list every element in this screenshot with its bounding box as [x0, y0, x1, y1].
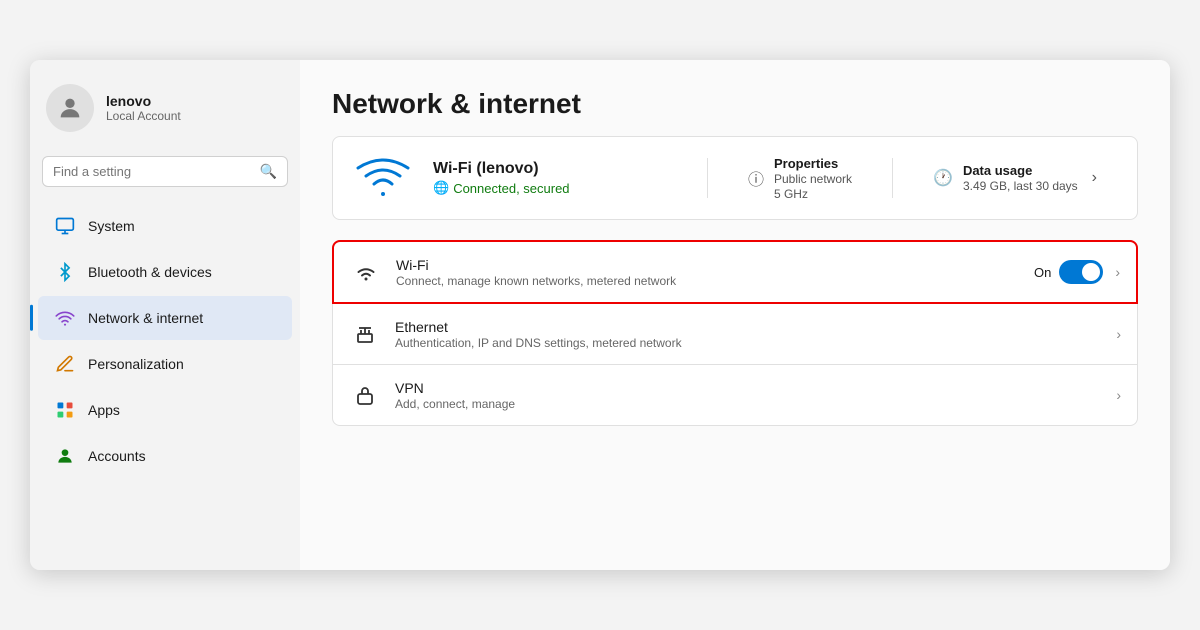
sidebar-item-network-label: Network & internet	[88, 310, 203, 326]
accounts-icon	[54, 445, 76, 467]
search-icon: 🔍	[260, 163, 277, 180]
user-account-type: Local Account	[106, 109, 181, 123]
sidebar: lenovo Local Account 🔍 System	[30, 60, 300, 570]
search-box[interactable]: 🔍	[42, 156, 288, 187]
bluetooth-icon	[54, 261, 76, 283]
sidebar-item-apps[interactable]: Apps	[38, 388, 292, 432]
ethernet-chevron: ›	[1116, 326, 1121, 342]
wifi-setting-icon	[350, 256, 382, 288]
banner-divider-1	[707, 158, 708, 198]
properties-label: Properties	[774, 156, 852, 171]
sidebar-item-system[interactable]: System	[38, 204, 292, 248]
globe-icon: 🌐	[433, 180, 449, 196]
search-input[interactable]	[53, 164, 252, 179]
vpn-setting-text: VPN Add, connect, manage	[395, 380, 1098, 411]
info-icon: ⓘ	[748, 166, 764, 190]
sidebar-item-accounts[interactable]: Accounts	[38, 434, 292, 478]
system-icon	[54, 215, 76, 237]
nav-list: System Bluetooth & devices	[30, 199, 300, 570]
vpn-setting-name: VPN	[395, 380, 1098, 396]
data-usage-value: 3.49 GB, last 30 days	[963, 179, 1078, 193]
ethernet-setting-name: Ethernet	[395, 319, 1098, 335]
ethernet-setting-text: Ethernet Authentication, IP and DNS sett…	[395, 319, 1098, 350]
ethernet-setting-desc: Authentication, IP and DNS settings, met…	[395, 336, 1098, 350]
page-title: Network & internet	[332, 88, 1138, 120]
wifi-setting-controls[interactable]: On ›	[1034, 260, 1120, 284]
settings-list: Wi-Fi Connect, manage known networks, me…	[300, 240, 1170, 442]
wifi-chevron: ›	[1115, 264, 1120, 280]
main-content: Network & internet Wi-Fi (lenovo) 🌐 Co	[300, 60, 1170, 570]
ethernet-setting-controls: ›	[1112, 326, 1121, 342]
sidebar-item-personalization[interactable]: Personalization	[38, 342, 292, 386]
sidebar-item-bluetooth-label: Bluetooth & devices	[88, 264, 212, 280]
sidebar-item-personalization-label: Personalization	[88, 356, 184, 372]
wifi-status: 🌐 Connected, secured	[433, 180, 687, 196]
wifi-info: Wi-Fi (lenovo) 🌐 Connected, secured	[433, 160, 687, 196]
data-usage-label: Data usage	[963, 163, 1078, 178]
wifi-setting-text: Wi-Fi Connect, manage known networks, me…	[396, 257, 1020, 288]
wifi-setting-desc: Connect, manage known networks, metered …	[396, 274, 1020, 288]
wifi-large-icon	[353, 153, 413, 203]
wifi-ssid: Wi-Fi (lenovo)	[433, 160, 687, 178]
avatar	[46, 84, 94, 132]
wifi-properties[interactable]: ⓘ Properties Public network 5 GHz	[728, 156, 872, 201]
user-name: lenovo	[106, 93, 181, 109]
network-type: Public network	[774, 172, 852, 186]
vpn-chevron: ›	[1116, 387, 1121, 403]
settings-window: lenovo Local Account 🔍 System	[30, 60, 1170, 570]
sidebar-item-bluetooth[interactable]: Bluetooth & devices	[38, 250, 292, 294]
wifi-frequency: 5 GHz	[774, 187, 852, 201]
vpn-setting-controls: ›	[1112, 387, 1121, 403]
sidebar-item-system-label: System	[88, 218, 135, 234]
wifi-toggle-label: On	[1034, 265, 1051, 280]
page-header: Network & internet Wi-Fi (lenovo) 🌐 Co	[300, 60, 1170, 240]
wifi-data-usage[interactable]: 🕐 Data usage 3.49 GB, last 30 days ›	[913, 163, 1117, 193]
network-icon	[54, 307, 76, 329]
wifi-toggle[interactable]	[1059, 260, 1103, 284]
apps-icon	[54, 399, 76, 421]
vpn-setting-icon	[349, 379, 381, 411]
ethernet-setting-row[interactable]: Ethernet Authentication, IP and DNS sett…	[332, 304, 1138, 365]
sidebar-item-accounts-label: Accounts	[88, 448, 146, 464]
sidebar-item-apps-label: Apps	[88, 402, 120, 418]
user-profile[interactable]: lenovo Local Account	[30, 60, 300, 148]
wifi-setting-name: Wi-Fi	[396, 257, 1020, 273]
vpn-setting-row[interactable]: VPN Add, connect, manage ›	[332, 365, 1138, 426]
data-usage-chevron: ›	[1092, 169, 1097, 187]
sidebar-item-network[interactable]: Network & internet	[38, 296, 292, 340]
wifi-setting-row[interactable]: Wi-Fi Connect, manage known networks, me…	[332, 240, 1138, 304]
ethernet-setting-icon	[349, 318, 381, 350]
wifi-banner[interactable]: Wi-Fi (lenovo) 🌐 Connected, secured ⓘ Pr…	[332, 136, 1138, 220]
vpn-setting-desc: Add, connect, manage	[395, 397, 1098, 411]
data-usage-icon: 🕐	[933, 168, 953, 188]
user-info: lenovo Local Account	[106, 93, 181, 123]
personalization-icon	[54, 353, 76, 375]
banner-divider-2	[892, 158, 893, 198]
